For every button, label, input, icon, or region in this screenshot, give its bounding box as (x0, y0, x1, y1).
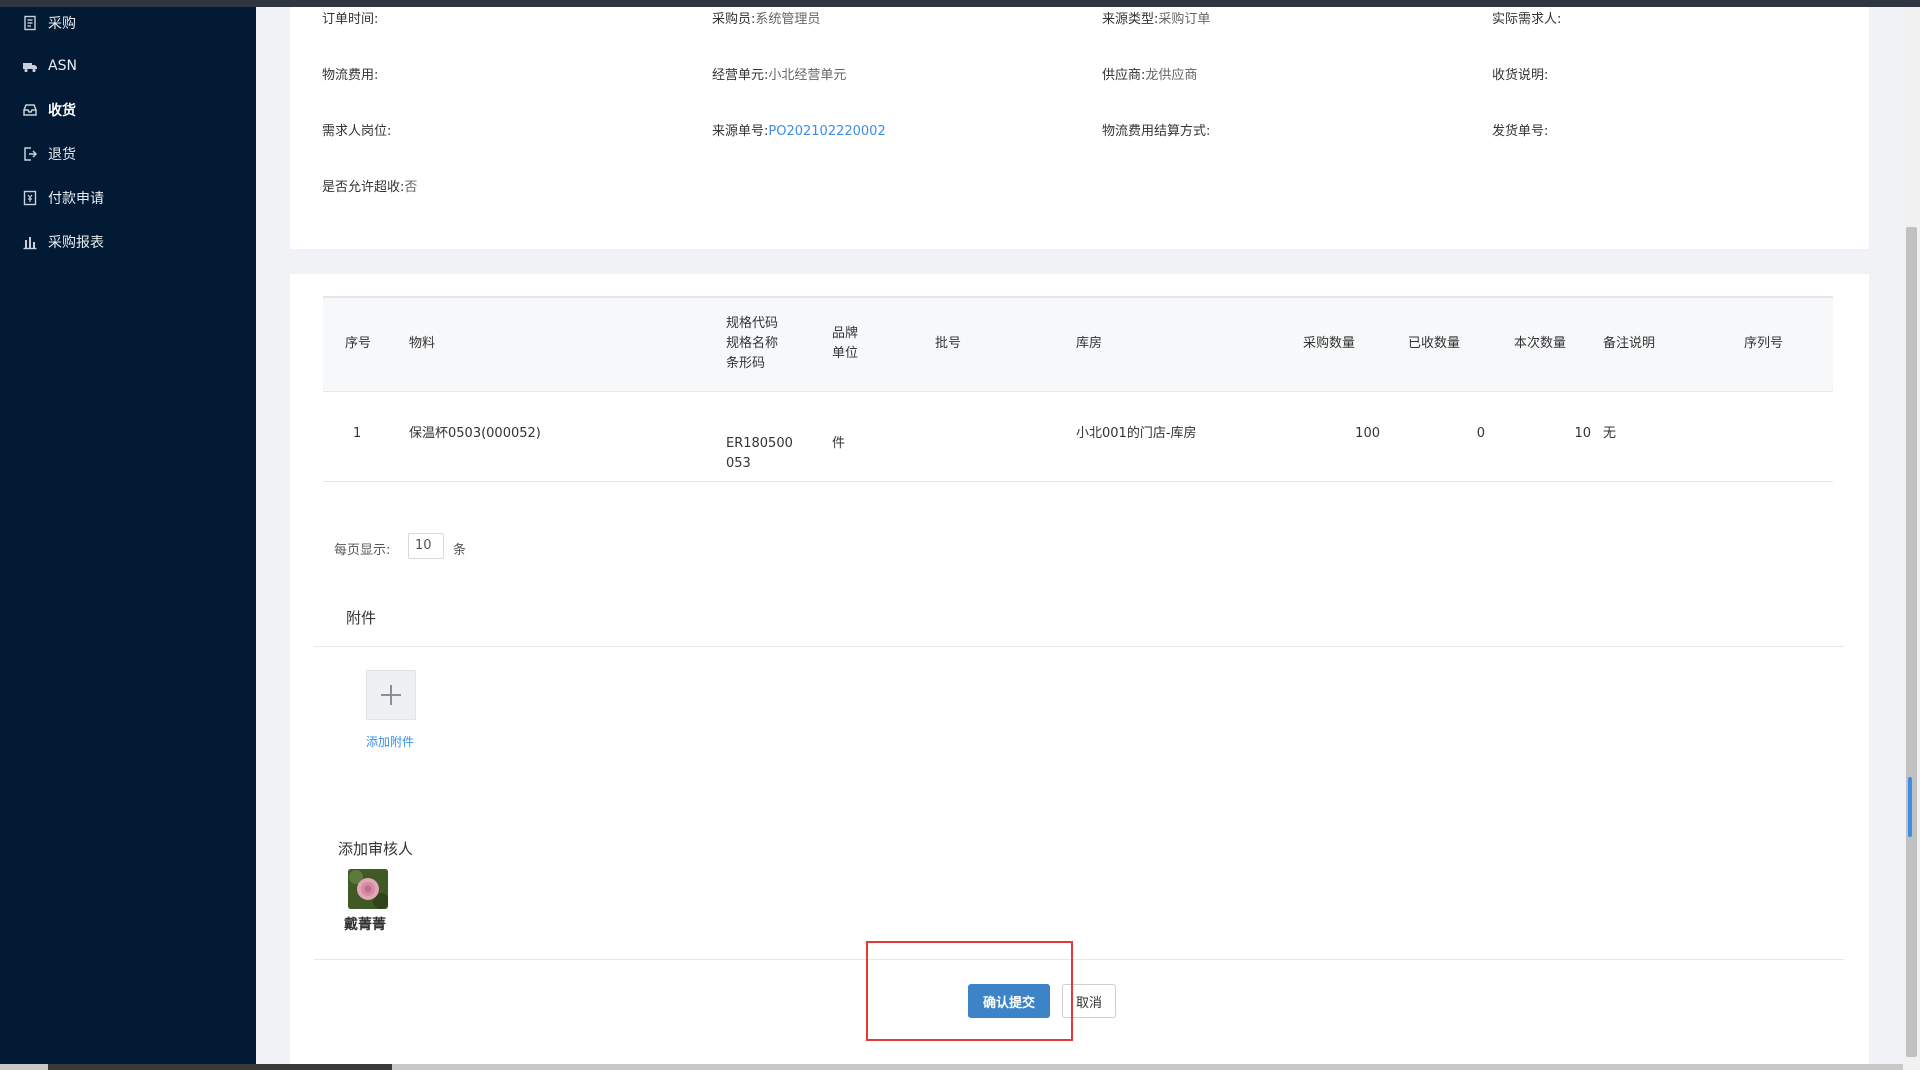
col-brand: 品牌 (832, 326, 859, 341)
page-size-unit: 条 (453, 543, 467, 558)
col-purchase-qty: 采购数量 (1303, 336, 1356, 351)
bar-chart-icon (23, 237, 37, 250)
sidebar-item-label: 采购报表 (48, 235, 104, 251)
table-header: 序号 物料 规格代码 规格名称 条形码 品牌 单位 批号 库房 采购数量 已收数… (323, 296, 1833, 392)
info-buyer: 采购员:系统管理员 (712, 12, 821, 27)
attachment-title: 附件 (346, 609, 377, 627)
inbox-icon (23, 104, 37, 116)
order-info-card: 订单时间: 采购员:系统管理员 来源类型:采购订单 实际需求人: 物流费用: 经… (290, 7, 1869, 249)
page-size-input[interactable]: 10 (408, 533, 444, 559)
info-shipment-no: 发货单号: (1492, 124, 1549, 139)
plus-icon (381, 685, 401, 705)
info-allow-over-receive: 是否允许超收:否 (322, 180, 418, 195)
sidebar-item-return[interactable]: 退货 (22, 142, 76, 166)
info-source-no: 来源单号:PO202102220002 (712, 124, 886, 139)
highlight-box (866, 941, 1073, 1041)
info-receipt-note: 收货说明: (1492, 68, 1549, 83)
exit-icon (24, 147, 38, 161)
col-seq: 序号 (345, 336, 372, 351)
horizontal-scrollbar-thumb[interactable] (48, 1064, 392, 1070)
cell-purchase-qty: 100 (1355, 426, 1380, 441)
col-spec-code: 规格代码 (726, 316, 779, 331)
truck-icon (23, 63, 37, 73)
sidebar-item-purchase[interactable]: 采购 (22, 11, 76, 35)
info-actual-requester: 实际需求人: (1492, 12, 1562, 27)
info-supplier: 供应商:龙供应商 (1102, 68, 1198, 83)
cell-current-qty[interactable]: 10 (1514, 424, 1591, 444)
sidebar-item-label: ASN (48, 58, 77, 74)
sidebar-item-payment[interactable]: 付款申请 (22, 186, 104, 210)
page-size-label: 每页显示: (334, 543, 391, 558)
col-unit: 单位 (832, 346, 859, 361)
col-remark: 备注说明 (1603, 336, 1656, 351)
sidebar-item-label: 付款申请 (48, 191, 104, 207)
info-source-type: 来源类型:采购订单 (1102, 12, 1211, 27)
sidebar: 采购 ASN 收货 退货 付款申请 采购报表 (0, 7, 256, 1070)
avatar[interactable] (348, 869, 388, 909)
col-barcode: 条形码 (726, 356, 766, 371)
col-spec-name: 规格名称 (726, 336, 779, 351)
source-order-link[interactable]: PO202102220002 (768, 124, 885, 139)
sidebar-item-label: 退货 (48, 147, 76, 163)
divider (314, 646, 1844, 647)
col-warehouse: 库房 (1076, 336, 1103, 351)
receiving-detail-card: 序号 物料 规格代码 规格名称 条形码 品牌 单位 批号 库房 采购数量 已收数… (290, 274, 1869, 1066)
cell-warehouse: 小北001的门店-库房 (1076, 426, 1197, 441)
divider (314, 959, 1844, 960)
info-logistics-settlement: 物流费用结算方式: (1102, 124, 1211, 139)
add-attachment-button[interactable] (366, 670, 416, 720)
list-icon (24, 15, 36, 31)
cell-material: 保温杯0503(000052) (409, 426, 541, 441)
cell-seq: 1 (353, 426, 362, 441)
add-attachment-link[interactable]: 添加附件 (366, 733, 414, 750)
info-logistics-fee: 物流费用: (322, 68, 379, 83)
flower-avatar-icon (348, 869, 388, 909)
col-received-qty: 已收数量 (1408, 336, 1461, 351)
col-material: 物料 (409, 336, 436, 351)
info-business-unit: 经营单元:小北经营单元 (712, 68, 847, 83)
cell-spec-line2: 053 (726, 456, 751, 471)
sidebar-item-report[interactable]: 采购报表 (22, 230, 104, 254)
cell-received-qty: 0 (1476, 426, 1485, 441)
table-row: 1 保温杯0503(000052) ER180500 053 件 小北001的门… (323, 390, 1833, 482)
sidebar-item-receiving[interactable]: 收货 (22, 98, 76, 122)
col-batch: 批号 (935, 336, 962, 351)
scroll-indicator (1908, 777, 1912, 837)
sidebar-item-label: 采购 (48, 16, 76, 32)
scrollbar-thumb[interactable] (1906, 227, 1917, 1057)
payment-icon (23, 190, 37, 206)
col-current-qty: 本次数量 (1514, 336, 1567, 351)
reviewer-name: 戴菁菁 (344, 917, 386, 933)
cell-remark: 无 (1603, 426, 1617, 441)
sidebar-item-asn[interactable]: ASN (22, 54, 77, 78)
info-order-time: 订单时间: (322, 12, 379, 27)
cell-unit: 件 (832, 436, 846, 451)
add-reviewer-title: 添加审核人 (338, 840, 414, 858)
vertical-scrollbar[interactable] (1903, 7, 1920, 1070)
window-top-bar (0, 0, 1920, 7)
cell-spec-line1: ER180500 (726, 436, 793, 451)
sidebar-item-label: 收货 (48, 103, 76, 119)
info-requester-post: 需求人岗位: (322, 124, 392, 139)
col-serial-no: 序列号 (1744, 336, 1784, 351)
